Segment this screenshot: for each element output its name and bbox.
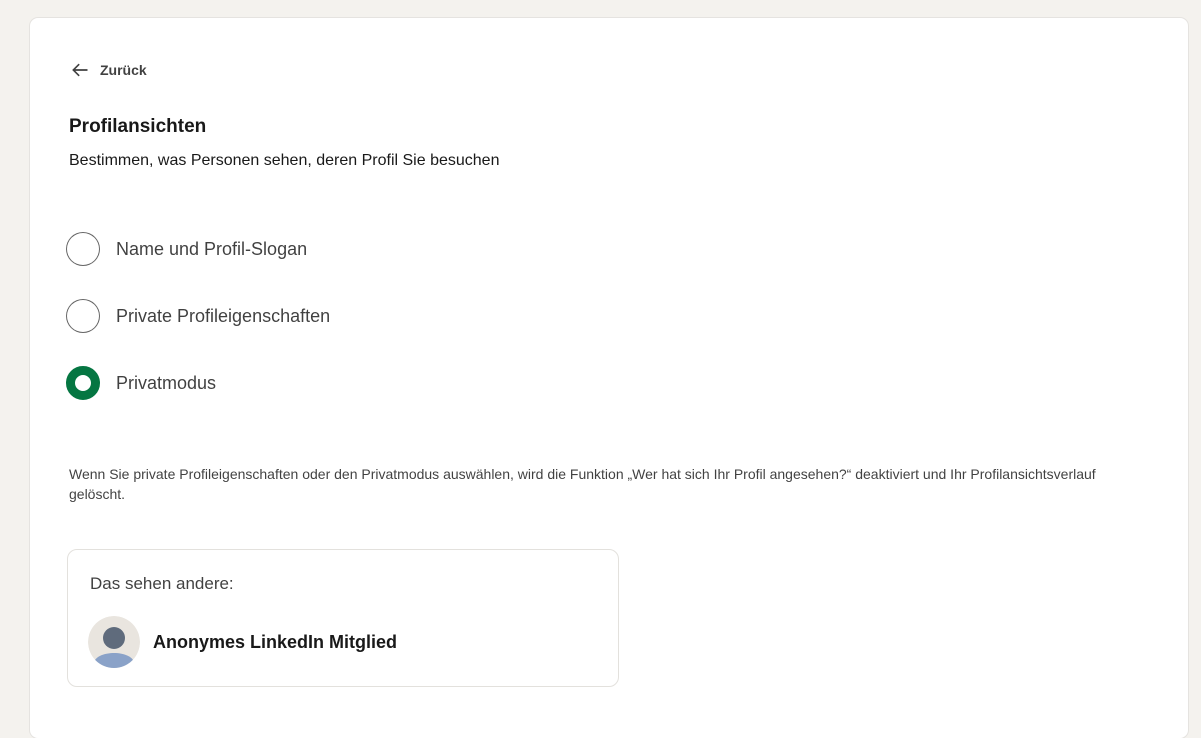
radio-name-and-headline[interactable] <box>66 232 100 266</box>
option-label: Name und Profil-Slogan <box>116 238 308 259</box>
privacy-notice: Wenn Sie private Profileigenschaften ode… <box>69 466 1096 502</box>
preview-heading: Das sehen andere: <box>90 574 234 593</box>
profile-view-options: Name und Profil-Slogan Private Profileig… <box>66 229 330 430</box>
radio-private-mode[interactable] <box>66 366 100 400</box>
option-private-characteristics[interactable]: Private Profileigenschaften <box>66 296 330 336</box>
back-button[interactable]: Zurück <box>68 58 147 82</box>
anonymous-avatar-icon <box>88 616 140 668</box>
arrow-left-icon <box>68 58 92 82</box>
radio-private-characteristics[interactable] <box>66 299 100 333</box>
option-label: Private Profileigenschaften <box>116 305 331 326</box>
back-label: Zurück <box>100 62 147 78</box>
page-subtitle: Bestimmen, was Personen sehen, deren Pro… <box>69 152 500 169</box>
option-private-mode[interactable]: Privatmodus <box>66 363 330 403</box>
option-name-and-headline[interactable]: Name und Profil-Slogan <box>66 229 330 269</box>
settings-card: Zurück Profilansichten Bestimmen, was Pe… <box>30 18 1188 738</box>
option-label: Privatmodus <box>116 372 217 393</box>
visibility-preview-card: Das sehen andere: Anonymes LinkedIn Mitg… <box>67 549 619 687</box>
page-title: Profilansichten <box>69 116 207 137</box>
preview-member: Anonymes LinkedIn Mitglied <box>88 616 397 668</box>
anonymous-member-name: Anonymes LinkedIn Mitglied <box>153 631 398 652</box>
